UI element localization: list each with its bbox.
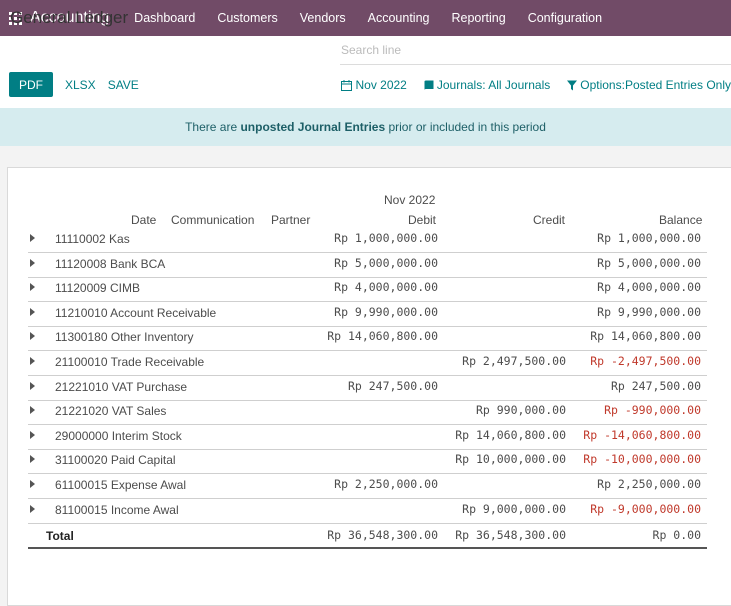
period-header: Nov 2022 — [384, 193, 436, 207]
alert-suffix: prior or included in this period — [385, 120, 546, 134]
account-balance: Rp 1,000,000.00 — [597, 231, 701, 245]
account-debit: Rp 1,000,000.00 — [334, 231, 438, 245]
col-communication: Communication — [171, 213, 255, 227]
menu-accounting[interactable]: Accounting — [357, 11, 441, 25]
account-credit: Rp 14,060,800.00 — [455, 427, 566, 442]
account-row[interactable]: 11300180 Other Inventory Rp 14,060,800.00… — [28, 327, 707, 352]
account-name: 11210010 Account Receivable — [55, 305, 217, 320]
funnel-icon — [567, 80, 578, 90]
account-debit: Rp 14,060,800.00 — [327, 329, 438, 344]
expand-caret-icon[interactable] — [30, 406, 35, 415]
save-button[interactable]: SAVE — [108, 78, 139, 92]
expand-caret-icon[interactable] — [30, 504, 35, 513]
expand-caret-icon[interactable] — [30, 307, 35, 316]
account-debit: Rp 4,000,000.00 — [334, 280, 438, 295]
account-name: 29000000 Interim Stock — [55, 428, 182, 443]
pdf-button[interactable]: PDF — [9, 72, 53, 97]
account-row[interactable]: 11110002 Kas Rp 1,000,000.00 Rp 1,000,000.… — [28, 229, 707, 253]
account-name: 11300180 Other Inventory — [55, 330, 194, 345]
account-debit: Rp 247,500.00 — [347, 378, 438, 393]
account-name: 81100015 Income Awal — [55, 502, 179, 517]
expand-caret-icon[interactable] — [30, 283, 35, 292]
col-debit: Debit — [408, 213, 437, 227]
expand-caret-icon[interactable] — [30, 455, 35, 464]
total-label: Total — [46, 529, 74, 543]
total-credit: Rp 36,548,300.00 — [455, 528, 566, 542]
col-date: Date — [131, 213, 157, 227]
account-balance: Rp -14,060,800.00 — [583, 427, 701, 442]
menu-reporting[interactable]: Reporting — [441, 11, 517, 25]
account-name: 61100015 Expense Awal — [55, 478, 186, 492]
account-balance: Rp 4,000,000.00 — [597, 280, 701, 295]
account-balance: Rp 5,000,000.00 — [597, 255, 701, 270]
total-debit: Rp 36,548,300.00 — [327, 528, 438, 542]
account-balance: Rp 2,250,000.00 — [597, 477, 701, 491]
account-balance: Rp -9,000,000.00 — [590, 501, 701, 516]
account-name: 31100020 Paid Capital — [55, 453, 176, 468]
xlsx-button[interactable]: XLSX — [65, 78, 96, 92]
account-credit: Rp 9,000,000.00 — [462, 501, 566, 516]
account-name: 11120009 CIMB — [55, 281, 140, 296]
account-row[interactable]: 29000000 Interim Stock Rp 14,060,800.00 Rp… — [28, 426, 707, 450]
options-filter-label: Options:Posted Entries Only — [580, 78, 731, 92]
account-debit: Rp 9,990,000.00 — [334, 304, 438, 319]
account-name: 11110002 Kas — [55, 232, 130, 246]
date-filter-label: Nov 2022 — [355, 78, 407, 92]
action-buttons: PDF XLSX SAVE — [9, 72, 139, 97]
calendar-icon — [341, 79, 353, 91]
account-row[interactable]: 21100010 Trade Receivable Rp 2,497,500.00… — [28, 352, 707, 376]
options-filter[interactable]: Options:Posted Entries Only — [567, 78, 731, 92]
account-row[interactable]: 61100015 Expense Awal Rp 2,250,000.00 Rp 2… — [28, 475, 707, 499]
account-row[interactable]: 31100020 Paid Capital Rp 10,000,000.00 Rp … — [28, 450, 707, 475]
account-row[interactable]: 21221020 VAT Sales Rp 990,000.00 Rp -990,0… — [28, 401, 707, 426]
account-name: 21100010 Trade Receivable — [55, 355, 205, 369]
expand-caret-icon[interactable] — [30, 332, 35, 341]
account-name: 21221020 VAT Sales — [55, 404, 167, 419]
expand-caret-icon[interactable] — [30, 258, 35, 267]
account-credit: Rp 10,000,000.00 — [455, 452, 566, 467]
expand-caret-icon[interactable] — [30, 357, 35, 365]
date-filter[interactable]: Nov 2022 — [341, 78, 407, 92]
col-balance: Balance — [659, 213, 703, 227]
account-row[interactable]: 21221010 VAT Purchase Rp 247,500.00 Rp 247… — [28, 377, 707, 401]
expand-caret-icon[interactable] — [30, 480, 35, 488]
account-balance: Rp 247,500.00 — [610, 378, 701, 393]
unposted-entries-link[interactable]: unposted Journal Entries — [240, 120, 385, 134]
col-credit: Credit — [533, 213, 566, 227]
menu-customers[interactable]: Customers — [206, 11, 288, 25]
col-partner: Partner — [271, 213, 311, 227]
total-row: Total Rp 36,548,300.00 Rp 36,548,300.00 … — [28, 525, 707, 549]
account-row[interactable]: 11120009 CIMB Rp 4,000,000.00 Rp 4,000,000… — [28, 278, 707, 303]
expand-caret-icon[interactable] — [30, 234, 35, 242]
account-balance: Rp -2,497,500.00 — [590, 354, 701, 368]
account-row[interactable]: 81100015 Income Awal Rp 9,000,000.00 Rp -9… — [28, 500, 707, 524]
book-icon — [424, 80, 434, 90]
account-name: 11120008 Bank BCA — [55, 256, 166, 271]
account-row[interactable]: 11120008 Bank BCA Rp 5,000,000.00 Rp 5,000… — [28, 254, 707, 278]
menu-vendors[interactable]: Vendors — [289, 11, 357, 25]
account-row[interactable]: 11210010 Account Receivable Rp 9,990,000.… — [28, 303, 707, 327]
journals-filter-label: Journals: All Journals — [436, 78, 551, 92]
account-balance: Rp 9,990,000.00 — [597, 304, 701, 319]
expand-caret-icon[interactable] — [30, 430, 35, 439]
account-credit: Rp 2,497,500.00 — [462, 354, 566, 368]
page-title: General Ledger — [10, 8, 129, 27]
unposted-alert: There are unposted Journal Entries prior… — [0, 108, 731, 146]
account-balance: Rp 14,060,800.00 — [590, 329, 701, 344]
total-balance: Rp 0.00 — [652, 528, 701, 542]
account-debit: Rp 5,000,000.00 — [334, 255, 438, 270]
account-balance: Rp -10,000,000.00 — [583, 452, 701, 467]
account-balance: Rp -990,000.00 — [604, 403, 701, 418]
menu-configuration[interactable]: Configuration — [517, 11, 613, 25]
account-name: 21221010 VAT Purchase — [55, 379, 188, 394]
expand-caret-icon[interactable] — [30, 381, 35, 390]
menu-dashboard[interactable]: Dashboard — [123, 11, 206, 25]
alert-prefix: There are — [185, 120, 241, 134]
journals-filter[interactable]: Journals: All Journals — [424, 78, 550, 92]
account-credit: Rp 990,000.00 — [475, 403, 566, 418]
report-filters: Nov 2022 Journals: All Journals Options:… — [341, 78, 731, 92]
search-input[interactable]: Search line — [340, 37, 731, 65]
account-debit: Rp 2,250,000.00 — [334, 477, 438, 491]
